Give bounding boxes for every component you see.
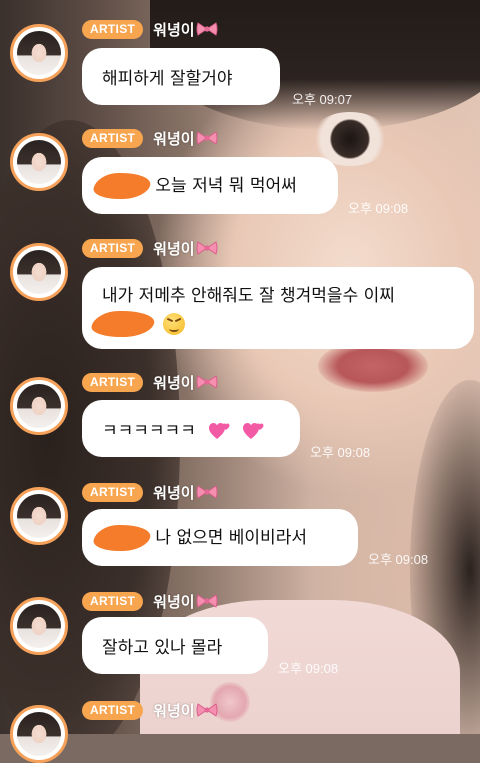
sender-row: ARTIST 워녕이 xyxy=(82,237,218,259)
ribbon-icon xyxy=(196,703,218,717)
timestamp: 오후 09:08 xyxy=(310,445,371,460)
message-bubble[interactable]: ㅋㅋㅋㅋㅋㅋ xyxy=(82,400,300,457)
artist-name: 워녕이 xyxy=(153,239,195,258)
redaction-scribble xyxy=(91,525,153,551)
artist-name: 워녕이 xyxy=(153,129,195,148)
two-hearts-emoji xyxy=(209,423,230,439)
artist-badge: ARTIST xyxy=(82,238,144,258)
artist-avatar[interactable] xyxy=(10,133,68,191)
redaction-scribble xyxy=(91,173,153,199)
ribbon-icon xyxy=(196,594,218,608)
message-bubble[interactable]: 오늘 저녁 뭐 먹어써 xyxy=(82,157,338,214)
message-text-line1: 내가 저메추 안해줘도 잘 챙겨먹을수 이찌 xyxy=(102,286,395,306)
artist-name: 워녕이 xyxy=(153,20,195,39)
message-text: 해피하게 잘할거야 xyxy=(102,69,233,89)
ribbon-icon xyxy=(196,375,218,389)
two-hearts-emoji xyxy=(242,423,264,439)
message-bubble[interactable]: 내가 저메추 안해줘도 잘 챙겨먹을수 이찌 xyxy=(82,267,474,349)
ribbon-icon xyxy=(196,485,218,499)
artist-badge: ARTIST xyxy=(82,128,144,148)
timestamp: 오후 09:08 xyxy=(368,552,429,567)
ribbon-icon xyxy=(196,241,218,255)
sender-row: ARTIST 워녕이 xyxy=(82,590,218,612)
artist-badge: ARTIST xyxy=(82,591,144,611)
artist-badge: ARTIST xyxy=(82,482,144,502)
artist-avatar[interactable] xyxy=(10,243,68,301)
sender-row: ARTIST 워녕이 xyxy=(82,481,218,503)
message-text: ㅋㅋㅋㅋㅋㅋ xyxy=(102,421,196,441)
artist-avatar[interactable] xyxy=(10,487,68,545)
message-text: 오늘 저녁 뭐 먹어써 xyxy=(155,176,297,196)
artist-badge: ARTIST xyxy=(82,19,144,39)
artist-avatar[interactable] xyxy=(10,705,68,763)
message-bubble[interactable]: 해피하게 잘할거야 xyxy=(82,48,280,105)
timestamp: 오후 09:08 xyxy=(348,201,409,216)
artist-name: 워녕이 xyxy=(153,701,195,720)
message-bubble[interactable]: 잘하고 있나 몰라 xyxy=(82,617,268,674)
artist-name: 워녕이 xyxy=(153,373,195,392)
sender-row: ARTIST 워녕이 xyxy=(82,699,218,721)
timestamp: 오후 09:07 xyxy=(292,92,353,107)
artist-avatar[interactable] xyxy=(10,24,68,82)
sender-row: ARTIST 워녕이 xyxy=(82,127,218,149)
artist-name: 워녕이 xyxy=(153,592,195,611)
message-text: 잘하고 있나 몰라 xyxy=(102,638,223,658)
confounded-face-emoji xyxy=(163,313,186,335)
artist-name: 워녕이 xyxy=(153,483,195,502)
redaction-scribble xyxy=(89,311,157,337)
ribbon-icon xyxy=(196,22,218,36)
sender-row: ARTIST 워녕이 xyxy=(82,18,218,40)
ribbon-icon xyxy=(196,131,218,145)
artist-badge: ARTIST xyxy=(82,700,144,720)
sender-row: ARTIST 워녕이 xyxy=(82,371,218,393)
artist-avatar[interactable] xyxy=(10,377,68,435)
artist-avatar[interactable] xyxy=(10,597,68,655)
message-bubble[interactable]: 나 없으면 베이비라서 xyxy=(82,509,358,566)
artist-badge: ARTIST xyxy=(82,372,144,392)
message-text: 나 없으면 베이비라서 xyxy=(155,528,307,548)
timestamp: 오후 09:08 xyxy=(278,661,339,676)
